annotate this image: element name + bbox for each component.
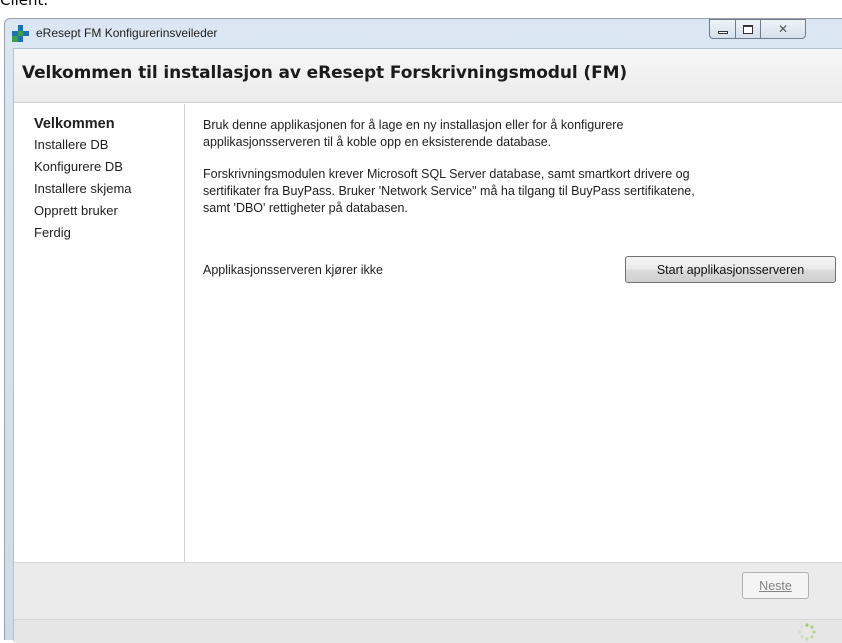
wizard-window: eResept FM Konfigurerinsveileder ✕ Velko…: [4, 18, 842, 643]
plus-cross-icon: [12, 25, 29, 42]
step-item-installere-db: Installere DB: [34, 137, 109, 152]
intro-text: Bruk denne applikasjonen for å lage en n…: [203, 118, 624, 149]
title-bar[interactable]: eResept FM Konfigurerinsveileder ✕: [5, 19, 842, 49]
window-title: eResept FM Konfigurerinsveileder: [36, 26, 218, 40]
main-panel: Bruk denne applikasjonen for å lage en n…: [186, 104, 842, 562]
wizard-header: Velkommen til installasjon av eResept Fo…: [14, 49, 842, 103]
maximize-button[interactable]: [735, 19, 761, 39]
next-button[interactable]: Neste: [742, 572, 809, 599]
wizard-footer: Neste: [14, 562, 842, 643]
minimize-icon: [717, 30, 728, 34]
close-button[interactable]: ✕: [760, 19, 806, 39]
maximize-icon: [743, 24, 753, 34]
status-bar: [14, 619, 842, 643]
page-title: Velkommen til installasjon av eResept Fo…: [22, 63, 628, 83]
close-icon: ✕: [777, 22, 789, 36]
step-item-installere-skjema: Installere skjema: [34, 181, 132, 196]
step-item-opprett-bruker: Opprett bruker: [34, 203, 118, 218]
server-status-text: Applikasjonsserveren kjører ikke: [203, 263, 383, 277]
step-item-velkommen: Velkommen: [34, 116, 115, 132]
minimize-button[interactable]: [709, 19, 736, 39]
step-item-ferdig: Ferdig: [34, 225, 71, 240]
requirements-text: Forskrivningsmodulen krever Microsoft SQ…: [203, 167, 695, 215]
step-list: Velkommen Installere DB Konfigurere DB I…: [14, 104, 185, 562]
step-item-konfigurere-db: Konfigurere DB: [34, 159, 123, 174]
wizard-content: Velkommen til installasjon av eResept Fo…: [13, 48, 842, 643]
spinner-icon: [798, 623, 816, 641]
start-server-button[interactable]: Start applikasjonsserveren: [625, 256, 836, 283]
cropped-text-label: Client.: [0, 0, 49, 9]
cropped-text: Client.: [0, 0, 842, 14]
